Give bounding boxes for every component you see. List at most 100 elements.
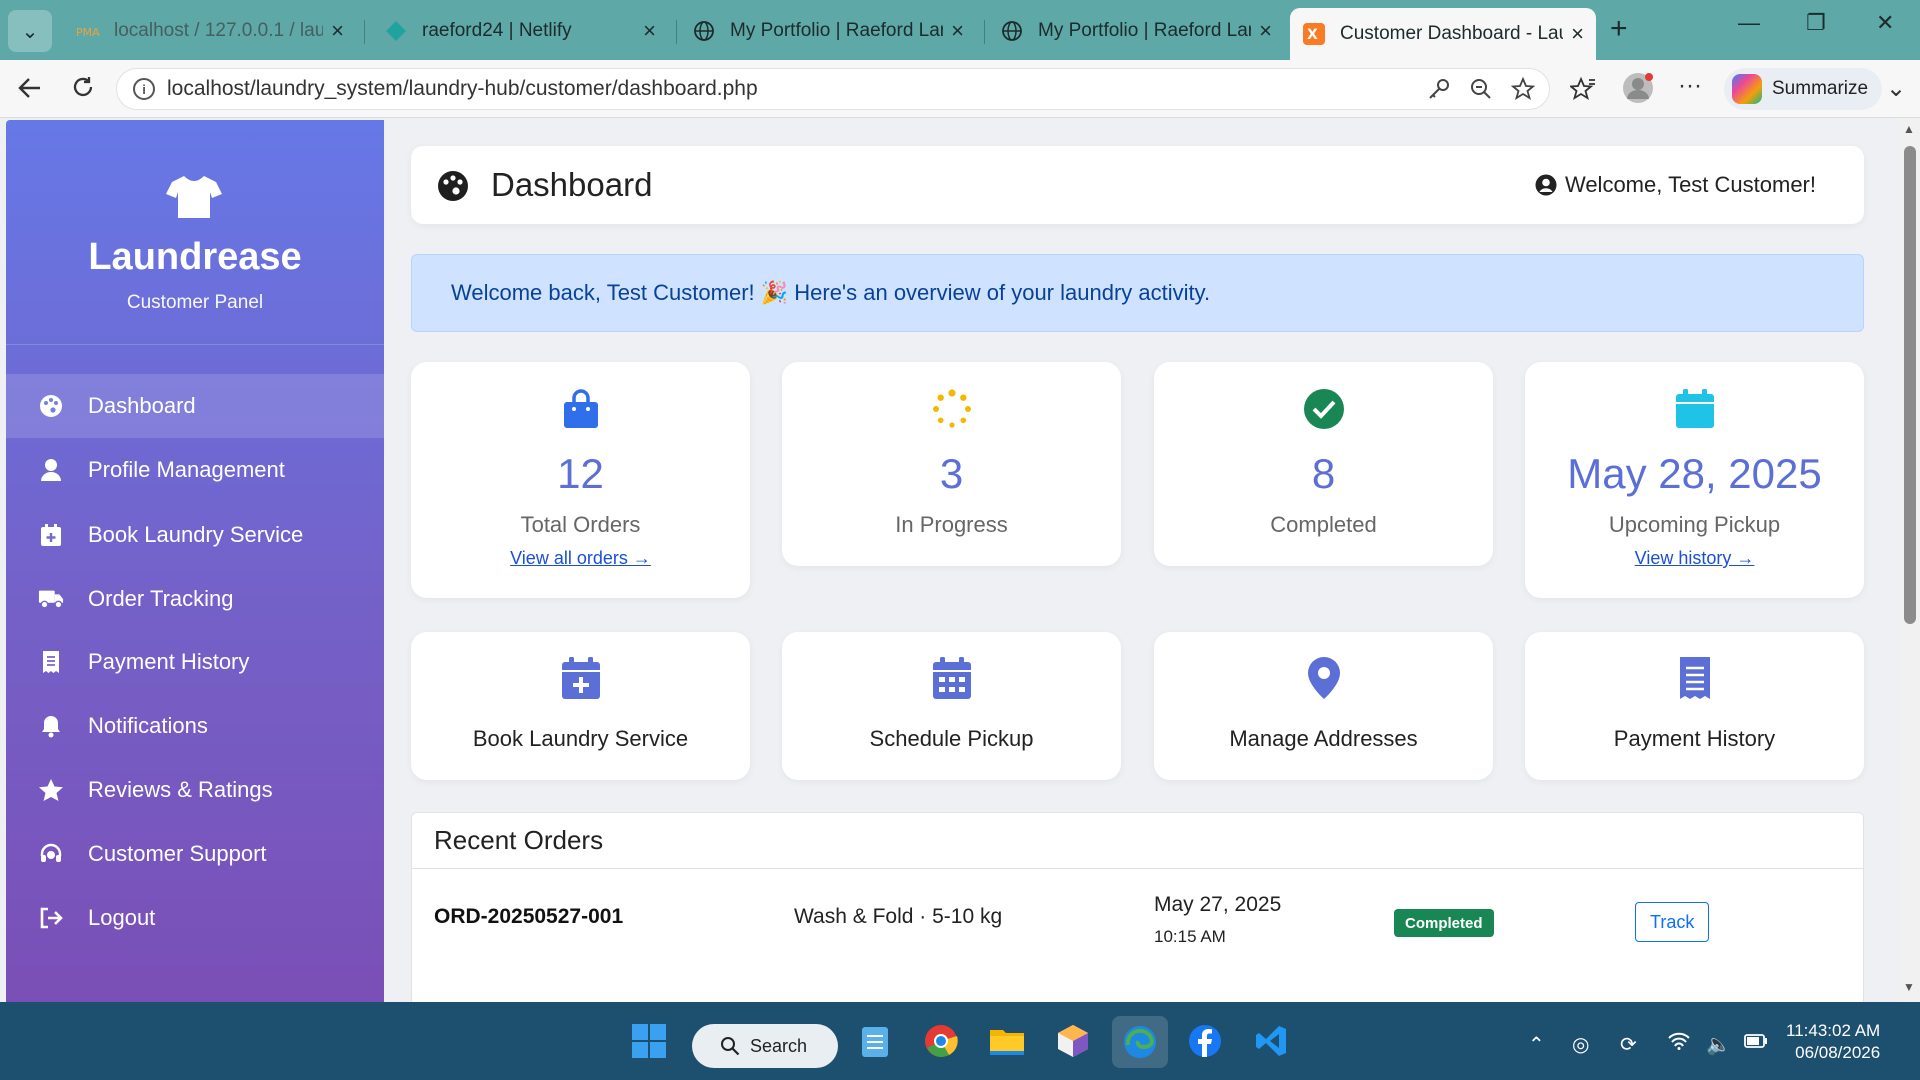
chrome-icon[interactable] [920, 1020, 962, 1062]
scroll-down-icon[interactable]: ▼ [1903, 980, 1915, 994]
stat-value: 3 [939, 450, 964, 497]
globe-icon [1000, 19, 1024, 43]
windows-start-icon[interactable] [628, 1020, 670, 1062]
taskbar: Search ⌃ ◎ ⟳ 🔈 11:43:02 AM 06/08/2026 [0, 1002, 1920, 1080]
recent-orders-card: Recent Orders ORD-20250527-001 Wash & Fo… [411, 812, 1864, 1002]
stat-card-in-progress: 3 In Progress [782, 362, 1121, 566]
zoom-icon[interactable] [1469, 77, 1493, 107]
action-payment-history[interactable]: Payment History [1525, 632, 1864, 780]
sidebar: Laundrease Customer Panel Dashboard Prof… [6, 120, 384, 1002]
stat-label: Completed [1270, 512, 1377, 537]
page-viewport: Laundrease Customer Panel Dashboard Prof… [0, 118, 1920, 1002]
key-icon[interactable] [1427, 77, 1451, 107]
sidebar-item-logout[interactable]: Logout [6, 886, 384, 950]
more-options-icon[interactable]: ··· [1678, 72, 1702, 100]
facebook-icon[interactable] [1184, 1020, 1226, 1062]
sidebar-item-reviews-ratings[interactable]: Reviews & Ratings [6, 758, 384, 822]
logout-icon [38, 905, 64, 931]
edge-icon[interactable] [1112, 1016, 1168, 1068]
calendar-days-icon [933, 657, 971, 699]
taskbar-search[interactable]: Search [692, 1024, 838, 1068]
file-explorer-icon[interactable] [986, 1020, 1028, 1062]
browser-tab[interactable]: PMA localhost / 127.0.0.1 / laundry × [64, 6, 356, 56]
browser-tab[interactable]: My Portfolio | Raeford Laraga × [988, 6, 1284, 56]
profile-avatar-icon[interactable] [1622, 72, 1654, 111]
track-button[interactable]: Track [1635, 902, 1710, 942]
brand-name: Laundrease [88, 236, 302, 278]
browser-tab[interactable]: raeford24 | Netlify × [372, 6, 668, 56]
url-text: localhost/laundry_system/laundry-hub/cus… [167, 77, 758, 100]
table-row: ORD-20250527-001 Wash & Fold · 5-10 kg M… [412, 869, 1863, 979]
netlify-icon [384, 19, 408, 43]
shopping-bag-icon [564, 389, 598, 428]
chevron-up-icon[interactable]: ⌃ [1528, 1032, 1545, 1057]
reload-button[interactable] [70, 74, 96, 107]
headset-icon [38, 841, 64, 867]
action-manage-addresses[interactable]: Manage Addresses [1154, 632, 1493, 780]
url-field[interactable]: i localhost/laundry_system/laundry-hub/c… [116, 68, 1550, 110]
tray-app-icon[interactable]: ◎ [1572, 1032, 1589, 1057]
sidebar-divider [6, 344, 384, 345]
calendar-icon [1676, 389, 1714, 428]
notepad-icon[interactable] [854, 1020, 896, 1062]
stat-card-completed: 8 Completed [1154, 362, 1493, 566]
truck-icon [38, 586, 64, 612]
sidebar-item-order-tracking[interactable]: Order Tracking [6, 567, 384, 631]
view-all-orders-link[interactable]: View all orders → [411, 548, 750, 569]
sidebar-item-payment-history[interactable]: Payment History [6, 630, 384, 694]
new-tab-button[interactable]: + [1610, 12, 1628, 46]
chevron-down-icon[interactable]: ⌄ [1886, 74, 1906, 103]
taskbar-clock[interactable]: 11:43:02 AM 06/08/2026 [1786, 1020, 1880, 1064]
stat-value: 12 [557, 450, 604, 497]
sidebar-item-notifications[interactable]: Notifications [6, 694, 384, 758]
clock-date: 06/08/2026 [1795, 1043, 1881, 1062]
close-tab-icon[interactable]: × [951, 18, 964, 44]
close-tab-icon[interactable]: × [1259, 18, 1272, 44]
tab-actions-menu-button[interactable]: ⌄ [8, 10, 52, 52]
star-icon [38, 777, 64, 803]
battery-icon[interactable] [1744, 1032, 1768, 1055]
view-history-link[interactable]: View history → [1525, 548, 1864, 569]
address-bar-row: i localhost/laundry_system/laundry-hub/c… [0, 60, 1920, 118]
back-button[interactable] [16, 74, 44, 109]
restore-button[interactable]: ❐ [1806, 10, 1826, 36]
volume-icon[interactable]: 🔈 [1706, 1032, 1731, 1057]
page-header-card: Dashboard Welcome, Test Customer! [411, 146, 1864, 224]
favorites-icon[interactable] [1568, 76, 1596, 109]
palette-icon [38, 393, 64, 419]
sidebar-item-customer-support[interactable]: Customer Support [6, 822, 384, 886]
summarize-button[interactable]: Summarize [1724, 68, 1883, 110]
map-pin-icon [1308, 657, 1340, 699]
user-welcome[interactable]: Welcome, Test Customer! [1535, 172, 1816, 198]
app-cube-icon[interactable] [1052, 1020, 1094, 1062]
scrollbar-thumb[interactable] [1904, 146, 1916, 624]
brand-subtitle: Customer Panel [126, 292, 264, 313]
sync-icon[interactable]: ⟳ [1620, 1032, 1637, 1057]
page-scrollbar[interactable]: ▲ ▼ [1900, 118, 1920, 1002]
sidebar-item-book-laundry-service[interactable]: Book Laundry Service [6, 503, 384, 567]
reload-icon [73, 77, 93, 97]
close-tab-icon[interactable]: × [643, 18, 656, 44]
site-info-icon[interactable]: i [133, 78, 155, 100]
vscode-icon[interactable] [1250, 1020, 1292, 1062]
bell-icon [38, 713, 64, 739]
sidebar-item-dashboard[interactable]: Dashboard [6, 374, 384, 438]
browser-tab-active[interactable]: X Customer Dashboard - Laundrease × [1290, 8, 1596, 60]
browser-tab-bar: ⌄ PMA localhost / 127.0.0.1 / laundry × … [0, 0, 1920, 60]
wifi-icon[interactable] [1668, 1032, 1690, 1056]
browser-tab[interactable]: My Portfolio | Raeford Laraga × [680, 6, 976, 56]
action-schedule-pickup[interactable]: Schedule Pickup [782, 632, 1121, 780]
copilot-icon [1732, 74, 1762, 104]
close-tab-icon[interactable]: × [1571, 21, 1584, 47]
sidebar-item-profile-management[interactable]: Profile Management [6, 438, 384, 502]
search-icon [721, 1037, 740, 1056]
stat-card-total-orders: 12 Total Orders View all orders → [411, 362, 750, 598]
favorite-star-icon[interactable] [1510, 76, 1536, 107]
close-tab-icon[interactable]: × [331, 18, 344, 44]
action-book-laundry-service[interactable]: Book Laundry Service [411, 632, 750, 780]
minimize-button[interactable]: — [1738, 10, 1760, 36]
scroll-up-icon[interactable]: ▲ [1903, 122, 1915, 136]
order-time: 10:15 AM [1154, 927, 1226, 946]
close-window-button[interactable]: ✕ [1876, 10, 1894, 36]
svg-text:X: X [1307, 27, 1318, 43]
